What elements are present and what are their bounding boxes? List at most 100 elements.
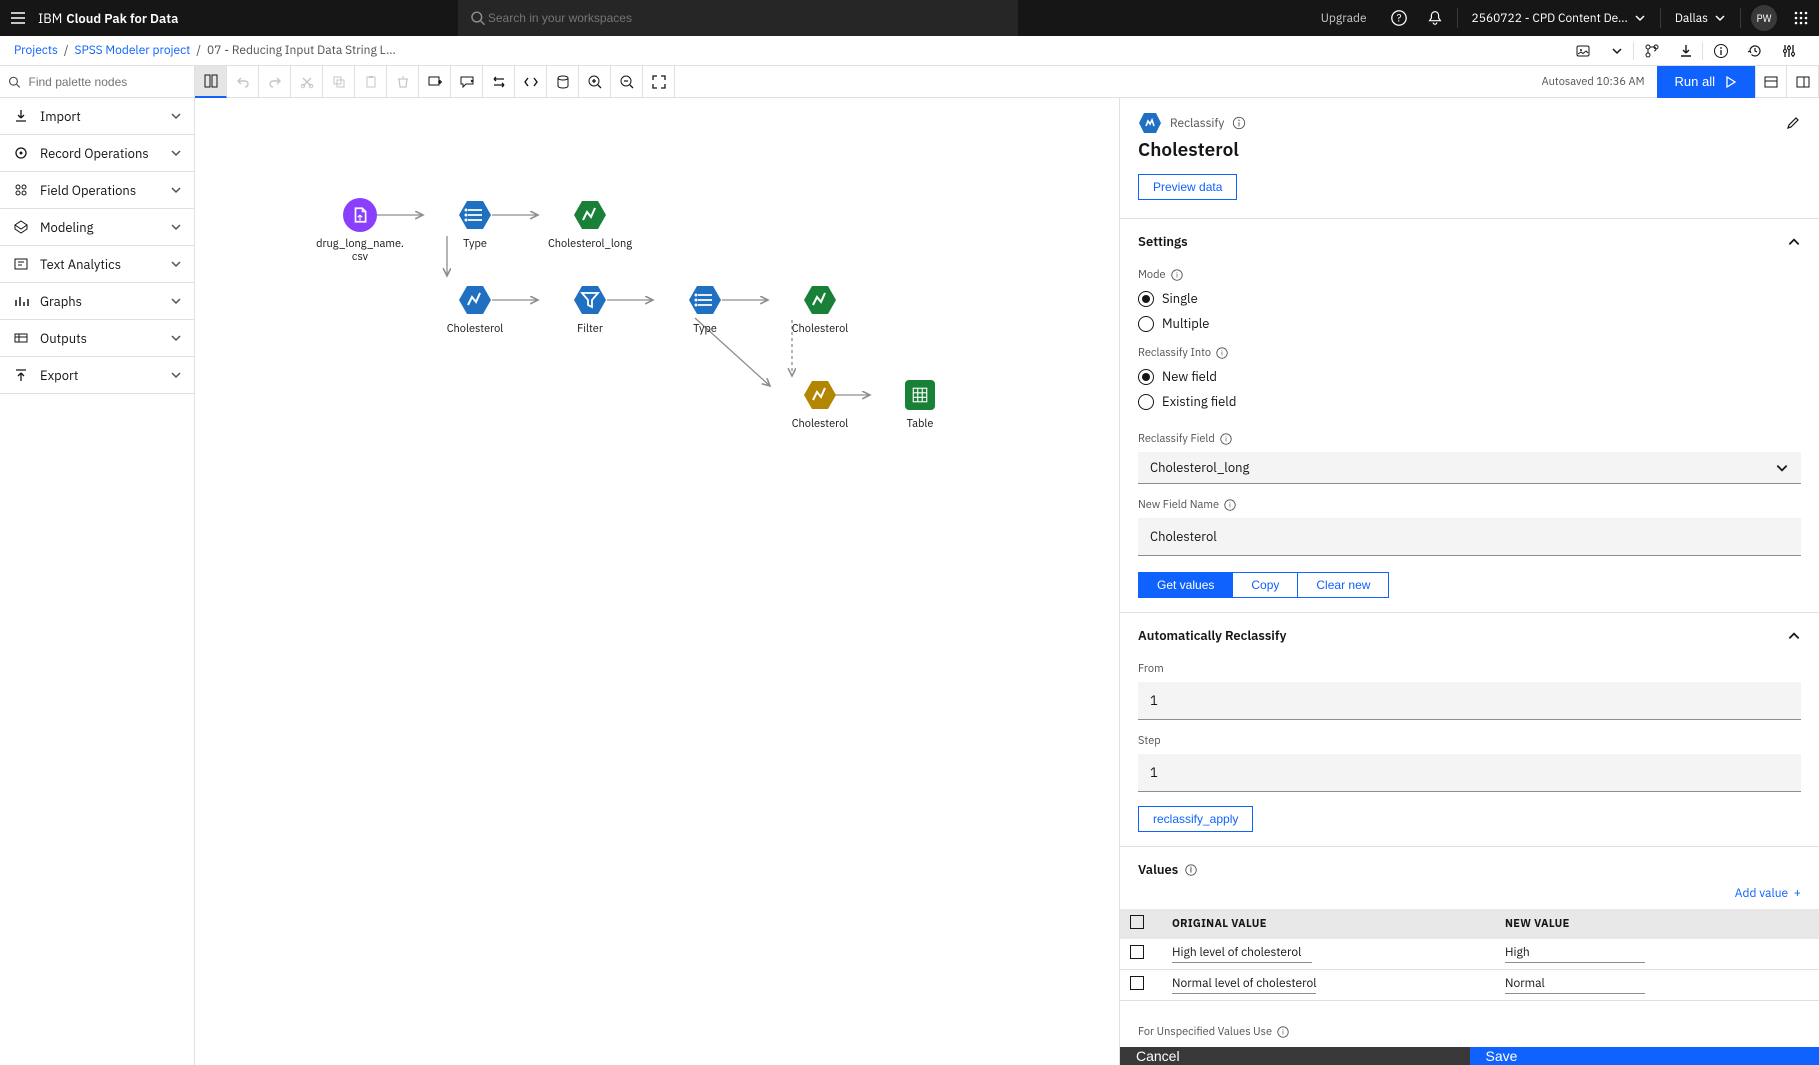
arrange-button[interactable] <box>483 66 515 98</box>
settings-button[interactable] <box>1771 37 1805 65</box>
info-icon[interactable] <box>1232 116 1246 130</box>
original-value[interactable]: High level of cholesterol <box>1172 945 1312 963</box>
header-chevron[interactable] <box>1599 37 1633 65</box>
node-n6[interactable]: Type <box>660 283 750 336</box>
brand-rest: Cloud Pak for Data <box>66 10 178 27</box>
new-value[interactable]: Normal <box>1505 976 1645 994</box>
app-switcher[interactable] <box>1783 0 1819 36</box>
node-n3[interactable]: Cholesterol_long <box>545 198 635 251</box>
auto-toggle[interactable]: Automatically Reclassify <box>1138 627 1801 644</box>
newname-input[interactable]: Cholesterol <box>1138 518 1801 556</box>
copy-button[interactable] <box>323 66 355 98</box>
palette-item-field-operations[interactable]: Field Operations <box>0 172 194 209</box>
info-icon[interactable]: i <box>1215 346 1229 360</box>
info-icon[interactable]: i <box>1184 863 1198 877</box>
get-values-button[interactable]: Get values <box>1138 572 1233 598</box>
node-n9[interactable]: Table <box>875 378 965 431</box>
undo-button[interactable] <box>227 66 259 98</box>
svg-text:i: i <box>1190 865 1192 875</box>
row-checkbox[interactable] <box>1130 976 1144 990</box>
node-label: Filter <box>577 323 603 336</box>
code-button[interactable] <box>515 66 547 98</box>
edit-title-button[interactable] <box>1785 115 1801 131</box>
open-panel-button[interactable] <box>1787 66 1819 98</box>
checkbox-all[interactable] <box>1130 915 1144 929</box>
from-input[interactable]: 1 <box>1138 682 1801 720</box>
view-outputs-button[interactable] <box>1755 66 1787 98</box>
mode-multiple[interactable]: Multiple <box>1138 315 1801 332</box>
palette-item-outputs[interactable]: Outputs <box>0 320 194 357</box>
palette-item-export[interactable]: Export <box>0 357 194 394</box>
history-button[interactable] <box>1737 37 1771 65</box>
reclassify-field-select[interactable]: Cholesterol_long <box>1138 452 1801 484</box>
branch-button[interactable] <box>1634 37 1668 65</box>
into-existing[interactable]: Existing field <box>1138 393 1801 410</box>
asset-preview-button[interactable] <box>1565 37 1599 65</box>
info-icon[interactable]: i <box>1276 1025 1290 1039</box>
palette-item-modeling[interactable]: Modeling <box>0 209 194 246</box>
node-n2[interactable]: Type <box>430 198 520 251</box>
data-assets-button[interactable] <box>547 66 579 98</box>
global-search-input[interactable] <box>486 10 1006 26</box>
paste-button[interactable] <box>355 66 387 98</box>
cut-button[interactable] <box>291 66 323 98</box>
field-icon <box>12 181 30 199</box>
new-value[interactable]: High <box>1505 945 1645 963</box>
canvas[interactable]: drug_long_name.csv Type Cholesterol_long Ch… <box>195 98 1119 1065</box>
node-label: Cholesterol <box>447 323 504 336</box>
original-value[interactable]: Normal level of cholesterol <box>1172 976 1316 994</box>
comment-button[interactable] <box>451 66 483 98</box>
save-button[interactable]: Save <box>1470 1047 1819 1065</box>
menu-button[interactable] <box>0 0 36 36</box>
crumb-project[interactable]: SPSS Modeler project <box>75 43 191 58</box>
download-button[interactable] <box>1668 37 1702 65</box>
zoom-fit-button[interactable] <box>643 66 675 98</box>
mode-single[interactable]: Single <box>1138 290 1801 307</box>
account-switcher[interactable]: 2560722 - CPD Content De... <box>1462 11 1656 26</box>
node-n1[interactable]: drug_long_name.csv <box>315 198 405 264</box>
global-search[interactable] <box>458 0 1018 36</box>
info-icon[interactable]: i <box>1219 432 1233 446</box>
cancel-button[interactable]: Cancel <box>1120 1047 1470 1065</box>
node-n4[interactable]: Cholesterol <box>430 283 520 336</box>
palette-item-record-operations[interactable]: Record Operations <box>0 135 194 172</box>
toggle-palette[interactable] <box>195 66 227 98</box>
model-icon <box>12 218 30 236</box>
node-label: Cholesterol <box>792 323 849 336</box>
info-button[interactable] <box>1703 37 1737 65</box>
clear-new-button[interactable]: Clear new <box>1298 572 1389 598</box>
row-checkbox[interactable] <box>1130 945 1144 959</box>
paste-icon <box>363 74 379 90</box>
palette-item-import[interactable]: Import <box>0 98 194 135</box>
preview-data-button[interactable]: Preview data <box>1138 174 1237 200</box>
branch-icon <box>1644 43 1660 59</box>
add-value-link[interactable]: Add value + <box>1735 886 1801 901</box>
node-n8[interactable]: Cholesterol <box>775 378 865 431</box>
reclassify-apply-button[interactable]: reclassify_apply <box>1138 806 1253 832</box>
info-icon[interactable]: i <box>1223 498 1237 512</box>
annotate-button[interactable] <box>419 66 451 98</box>
zoom-out-button[interactable] <box>611 66 643 98</box>
info-icon[interactable]: i <box>1170 268 1184 282</box>
delete-button[interactable] <box>387 66 419 98</box>
newname-label: New Field Name i <box>1138 498 1801 512</box>
zoom-in-button[interactable] <box>579 66 611 98</box>
step-input[interactable]: 1 <box>1138 754 1801 792</box>
region-switcher[interactable]: Dallas <box>1665 11 1736 26</box>
redo-button[interactable] <box>259 66 291 98</box>
node-n7[interactable]: Cholesterol <box>775 283 865 336</box>
avatar[interactable]: PW <box>1751 5 1777 31</box>
notifications-button[interactable] <box>1417 0 1453 36</box>
palette-item-graphs[interactable]: Graphs <box>0 283 194 320</box>
copy-button[interactable]: Copy <box>1233 572 1298 598</box>
palette-search-input[interactable] <box>27 74 186 90</box>
settings-toggle[interactable]: Settings <box>1138 233 1801 250</box>
palette-item-text-analytics[interactable]: Text Analytics <box>0 246 194 283</box>
upgrade-link[interactable]: Upgrade <box>1307 11 1381 26</box>
node-n5[interactable]: Filter <box>545 283 635 336</box>
into-new[interactable]: New field <box>1138 368 1801 385</box>
run-all-button[interactable]: Run all <box>1657 66 1755 98</box>
crumb-projects[interactable]: Projects <box>14 43 58 58</box>
help-button[interactable]: ? <box>1381 0 1417 36</box>
palette-search[interactable] <box>0 66 195 98</box>
